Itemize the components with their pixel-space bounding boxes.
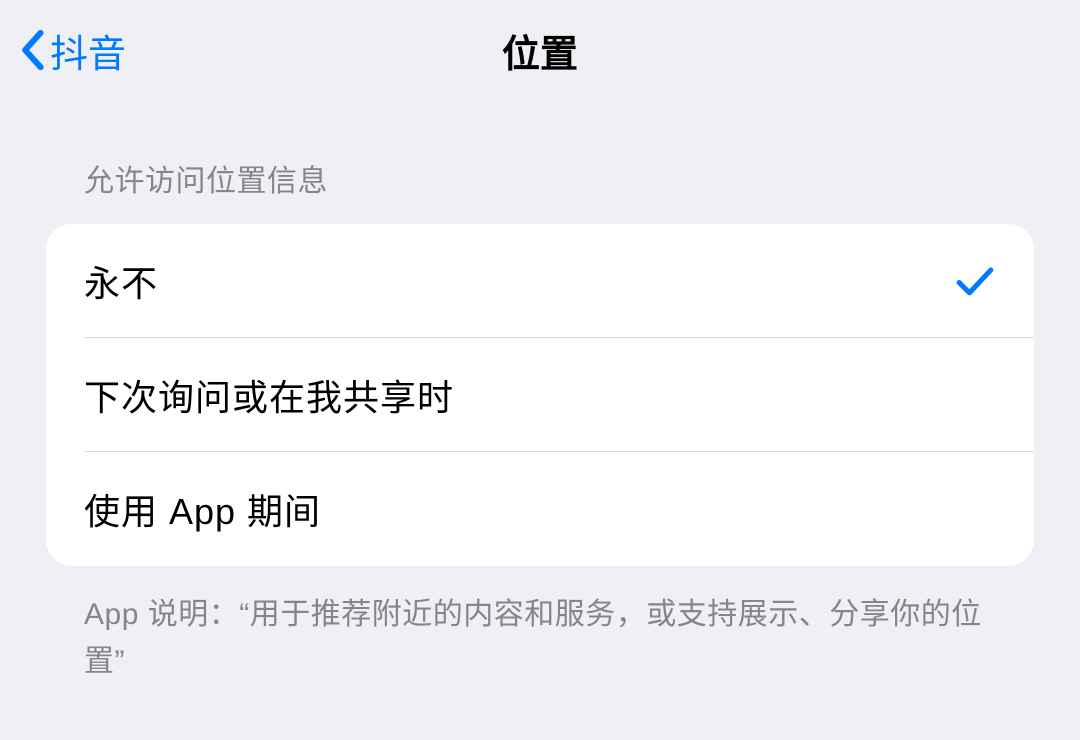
navbar: 抖音 位置 (0, 0, 1080, 100)
back-button[interactable]: 抖音 (20, 23, 126, 78)
section-footer: App 说明：“用于推荐附近的内容和服务，或支持展示、分享你的位置” (46, 566, 1034, 685)
option-label: 永不 (84, 255, 158, 307)
chevron-left-icon (20, 29, 44, 71)
options-group: 永不 下次询问或在我共享时 使用 App 期间 (46, 224, 1034, 566)
option-ask-next-time[interactable]: 下次询问或在我共享时 (46, 338, 1034, 452)
back-label: 抖音 (50, 23, 126, 78)
option-label: 下次询问或在我共享时 (84, 369, 454, 421)
content: 允许访问位置信息 永不 下次询问或在我共享时 使用 App 期间 App 说明：… (0, 100, 1080, 685)
option-label: 使用 App 期间 (84, 483, 321, 535)
section-header: 允许访问位置信息 (46, 100, 1034, 224)
option-while-using[interactable]: 使用 App 期间 (46, 452, 1034, 566)
checkmark-icon (956, 264, 994, 298)
page-title: 位置 (502, 23, 578, 78)
option-never[interactable]: 永不 (46, 224, 1034, 338)
